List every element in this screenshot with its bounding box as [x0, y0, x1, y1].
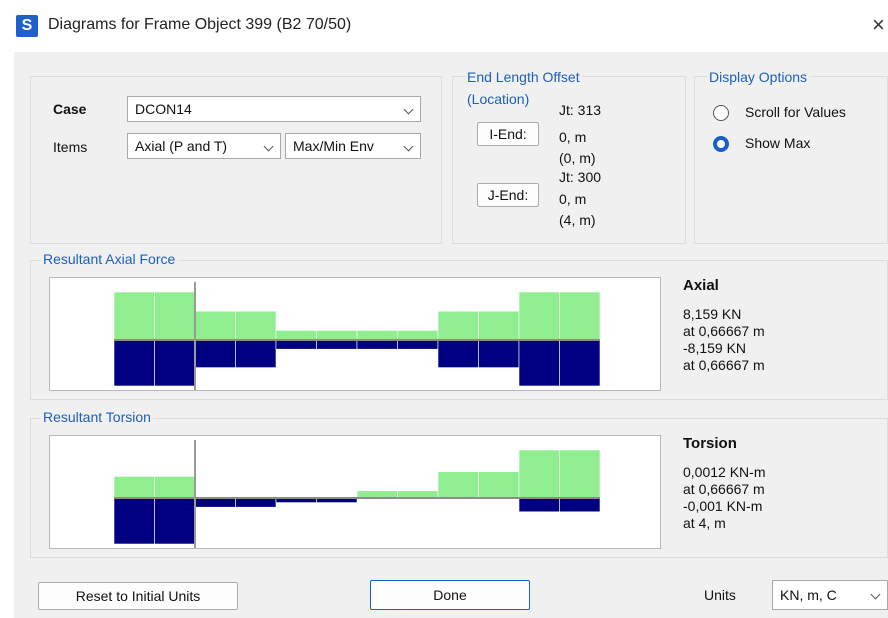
torsion-positive-segment [356, 490, 398, 499]
axial-negative-segment [437, 339, 479, 368]
end-length-offset-group: End Length Offset (Location) Jt: 313 I-E… [452, 69, 686, 244]
end-length-offset-title: End Length Offset [465, 69, 582, 85]
axial-positive-segment [437, 310, 479, 341]
torsion-title: Resultant Torsion [41, 409, 153, 425]
torsion-positive-segment [154, 476, 196, 499]
items-envelope-value: Max/Min Env [293, 138, 374, 154]
axial-negative-segment [356, 339, 398, 350]
units-select[interactable]: KN, m, C [772, 580, 888, 610]
torsion-negative-segment [113, 497, 155, 545]
torsion-min-value: -0,001 KN-m [683, 498, 763, 514]
chevron-down-icon [403, 104, 414, 115]
case-select-value: DCON14 [135, 101, 192, 117]
axial-negative-segment [397, 339, 439, 350]
torsion-diagram-svg [113, 440, 601, 548]
units-label: Units [704, 587, 736, 603]
axial-positive-segment [478, 310, 520, 341]
torsion-negative-segment [559, 497, 601, 513]
case-select[interactable]: DCON14 [127, 96, 421, 122]
torsion-group: Resultant Torsion Torsion 0,0012 KN-m at… [30, 409, 888, 558]
axial-negative-segment [113, 339, 155, 387]
axial-summary: Axial 8,159 KN at 0,66667 m -8,159 KN at… [683, 277, 765, 374]
items-envelope-select[interactable]: Max/Min Env [285, 133, 421, 159]
units-select-value: KN, m, C [780, 587, 837, 603]
torsion-diagram [49, 435, 661, 549]
app-icon: S [16, 15, 38, 37]
i-end-offset: 0, m [559, 129, 587, 145]
chevron-down-icon [403, 141, 414, 152]
reset-units-button[interactable]: Reset to Initial Units [38, 582, 238, 610]
axial-diagram [49, 277, 661, 391]
case-group: Case DCON14 Items Axial (P and T) Max/Mi… [30, 76, 442, 244]
i-end-joint: Jt: 313 [559, 102, 602, 118]
axial-positive-segment [113, 291, 155, 341]
torsion-positive-segment [559, 449, 601, 499]
axial-positive-segment [275, 330, 317, 341]
window-title: Diagrams for Frame Object 399 (B2 70/50) [48, 16, 352, 33]
dialog-client: Case DCON14 Items Axial (P and T) Max/Mi… [14, 52, 888, 618]
axial-diagram-svg [113, 282, 601, 390]
axial-heading: Axial [683, 277, 719, 294]
axial-positive-segment [356, 330, 398, 341]
axial-negative-segment [275, 339, 317, 350]
axial-negative-segment [316, 339, 358, 350]
axial-negative-segment [478, 339, 520, 368]
axial-positive-segment [194, 310, 236, 341]
axial-min-value: -8,159 KN [683, 340, 747, 356]
torsion-negative-segment [194, 497, 236, 508]
done-button[interactable]: Done [370, 580, 530, 610]
axial-negative-segment [154, 339, 196, 387]
axial-force-title: Resultant Axial Force [41, 251, 178, 267]
scroll-for-values-radio[interactable] [713, 105, 729, 121]
display-options-title: Display Options [707, 69, 810, 85]
torsion-summary: Torsion 0,0012 KN-m at 0,66667 m -0,001 … [683, 435, 765, 532]
close-icon[interactable]: × [872, 12, 885, 38]
torsion-max-location: at 0,66667 m [683, 481, 765, 497]
i-end-button[interactable]: I-End: [477, 122, 539, 146]
axial-max-value: 8,159 KN [683, 306, 742, 322]
show-max-label[interactable]: Show Max [745, 135, 810, 151]
torsion-max-value: 0,0012 KN-m [683, 464, 766, 480]
i-end-location: (0, m) [559, 150, 596, 166]
axial-positive-segment [235, 310, 277, 341]
chevron-down-icon [263, 141, 274, 152]
axial-negative-segment [194, 339, 236, 368]
j-end-joint: Jt: 300 [559, 169, 602, 185]
axial-force-group: Resultant Axial Force Axial 8,159 KN at … [30, 251, 888, 400]
axial-min-location: at 0,66667 m [683, 357, 765, 373]
case-label: Case [53, 101, 87, 117]
items-component-select[interactable]: Axial (P and T) [127, 133, 281, 159]
torsion-negative-segment [154, 497, 196, 545]
items-component-value: Axial (P and T) [135, 138, 228, 154]
axial-negative-segment [518, 339, 560, 387]
axial-positive-segment [316, 330, 358, 341]
torsion-negative-segment [518, 497, 560, 513]
axial-positive-segment [518, 291, 560, 341]
torsion-positive-segment [397, 490, 439, 499]
items-label: Items [53, 139, 88, 155]
torsion-positive-segment [518, 449, 560, 499]
torsion-positive-segment [437, 471, 479, 499]
axial-negative-segment [235, 339, 277, 368]
chevron-down-icon [870, 589, 881, 600]
axial-positive-segment [559, 291, 601, 341]
torsion-positive-segment [478, 471, 520, 499]
display-options-group: Display Options Scroll for Values Show M… [694, 69, 888, 244]
torsion-heading: Torsion [683, 435, 737, 452]
j-end-location: (4, m) [559, 212, 596, 228]
axial-positive-segment [154, 291, 196, 341]
end-length-offset-location-label: (Location) [465, 91, 532, 107]
j-end-button[interactable]: J-End: [477, 183, 539, 207]
scroll-for-values-label[interactable]: Scroll for Values [745, 104, 846, 120]
torsion-negative-segment [235, 497, 277, 508]
show-max-radio[interactable] [713, 136, 729, 152]
axial-positive-segment [397, 330, 439, 341]
axial-negative-segment [559, 339, 601, 387]
j-end-offset: 0, m [559, 191, 587, 207]
axial-max-location: at 0,66667 m [683, 323, 765, 339]
torsion-min-location: at 4, m [683, 515, 726, 531]
title-bar: S Diagrams for Frame Object 399 (B2 70/5… [0, 0, 888, 52]
torsion-positive-segment [113, 476, 155, 499]
